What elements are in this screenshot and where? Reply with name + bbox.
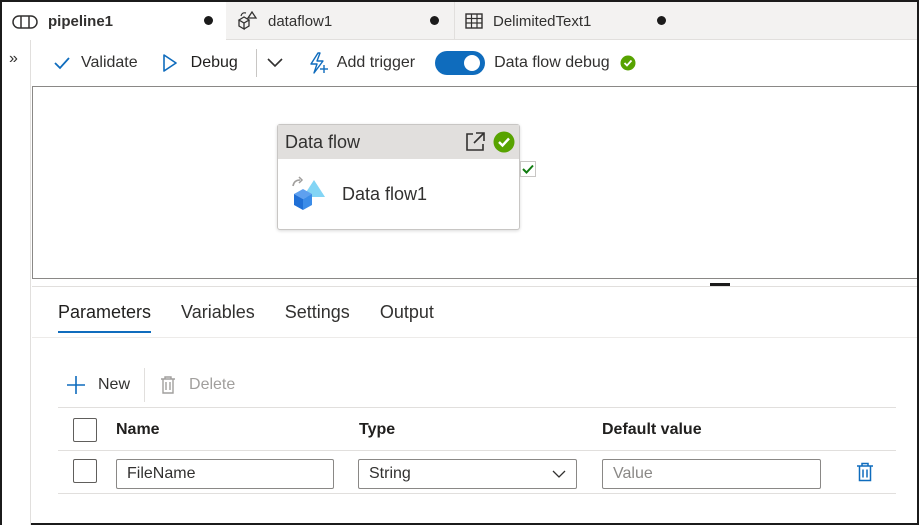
plus-icon [67,376,85,394]
data-flow-activity[interactable]: Data flow Data flow1 [277,124,520,230]
checkmark-icon [522,164,534,174]
lightning-add-icon [310,52,328,74]
left-rail: » [2,40,31,525]
success-check-icon [493,131,515,153]
parameter-type-select[interactable]: String [358,459,577,489]
tab-parameters[interactable]: Parameters [58,302,152,333]
data-flow-debug-toggle[interactable] [435,51,486,75]
parameter-name-input[interactable]: FileName [116,459,334,489]
properties-tabs: Parameters Variables Settings Output [58,302,464,333]
parameters-table: Name Type Default value FileName String … [58,407,896,494]
add-trigger-button[interactable]: Add trigger [307,48,415,78]
tab-label: DelimitedText1 [493,12,592,30]
activity-type-label: Data flow [285,131,361,152]
actions-divider [144,368,146,402]
panel-resize-splitter[interactable] [32,280,917,288]
expand-icon[interactable]: » [9,50,18,68]
default-value-input[interactable]: Value [602,459,821,489]
success-check-icon [620,55,636,71]
toggle-knob [464,55,481,71]
unsaved-dot-icon [657,16,666,25]
row-checkbox[interactable] [73,459,97,483]
document-tab-bar: pipeline1 dataflow1 DelimitedText1 [2,2,917,41]
trash-icon[interactable] [856,462,874,482]
toolbar-divider [255,49,257,77]
column-header-name: Name [116,421,160,438]
pipeline-icon [12,14,38,30]
delete-label: Delete [189,376,236,393]
tab-label: pipeline1 [48,13,114,30]
validate-label: Validate [81,54,138,71]
new-label: New [98,376,131,393]
chevron-down-icon [552,470,566,478]
checkmark-icon [54,57,70,70]
debug-button[interactable]: Debug [162,48,238,78]
table-row: FileName String Value [58,451,896,494]
debug-options-dropdown[interactable] [267,48,283,78]
unsaved-dot-icon [204,16,213,25]
tabs-divider [32,337,917,338]
open-external-icon[interactable] [464,131,486,153]
tab-delimitedtext1[interactable]: DelimitedText1 [455,2,679,40]
delete-parameter-button[interactable]: Delete [159,375,235,395]
tab-dataflow1[interactable]: dataflow1 [226,2,454,40]
data-flow-debug-label: Data flow debug [494,54,610,71]
on-success-output-handle[interactable] [520,161,536,177]
select-all-checkbox[interactable] [73,418,97,442]
data-flow-debug-toggle-group: Data flow debug [435,48,636,78]
activity-name: Data flow1 [342,183,428,204]
activity-body: Data flow1 [278,159,519,229]
dataflow-icon [236,11,258,31]
new-parameter-button[interactable]: New [66,375,130,395]
unsaved-dot-icon [430,16,439,25]
window-frame: pipeline1 dataflow1 DelimitedText1 » Val… [0,0,919,525]
resize-grip-icon[interactable] [710,283,730,286]
tab-output[interactable]: Output [380,302,434,333]
tab-settings[interactable]: Settings [285,302,350,333]
parameter-type-value: String [369,465,411,482]
debug-label: Debug [190,54,238,71]
pipeline-canvas[interactable]: Data flow Data flow1 [32,86,917,279]
tab-label: dataflow1 [268,12,333,30]
chevron-down-icon [267,58,283,68]
validate-button[interactable]: Validate [53,48,138,78]
table-header-row: Name Type Default value [58,407,896,451]
add-trigger-label: Add trigger [336,54,416,71]
pipeline-toolbar: Validate Debug Add trigger Data flow deb… [32,40,917,86]
column-header-default: Default value [602,421,702,438]
dataflow-cube-icon [292,176,325,210]
tab-pipeline1[interactable]: pipeline1 [2,2,226,41]
play-icon [162,54,177,72]
tab-variables[interactable]: Variables [181,302,255,333]
table-icon [465,13,483,29]
column-header-type: Type [359,421,396,438]
parameters-actions: New Delete [66,368,235,402]
trash-icon [161,376,176,394]
activity-header: Data flow [278,125,519,159]
